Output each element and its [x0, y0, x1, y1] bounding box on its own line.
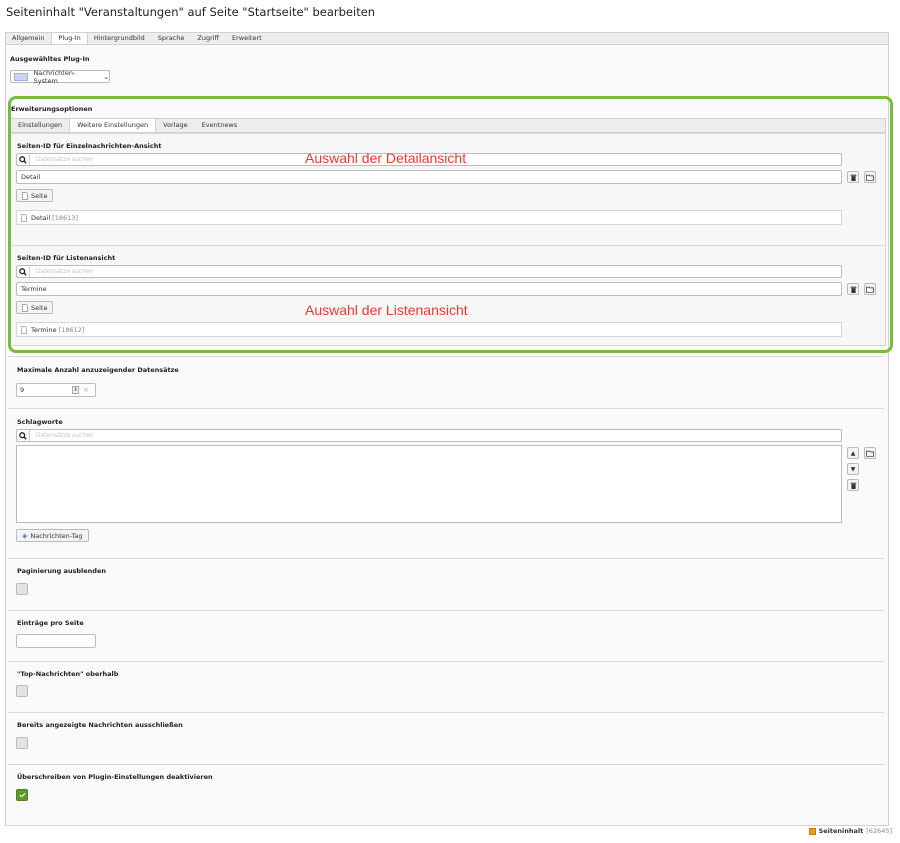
top-news-label: "Top-Nachrichten" oberhalb: [17, 670, 119, 678]
override-checkbox[interactable]: [16, 789, 28, 801]
clear-icon[interactable]: ×: [83, 386, 89, 394]
move-down-button[interactable]: ▼: [847, 463, 859, 475]
search-icon: [17, 430, 30, 441]
override-section: [8, 764, 884, 816]
tab-hintergrundbild[interactable]: Hintergrundbild: [88, 33, 152, 44]
tags-browse-button[interactable]: [864, 447, 876, 459]
tab-plug-in[interactable]: Plug-In: [51, 33, 88, 44]
footer-uid: [62645]: [866, 827, 892, 835]
exclude-checkbox[interactable]: [16, 737, 28, 749]
max-records-value: 9: [20, 386, 25, 394]
news-tag-button-label: Nachrichten-Tag: [30, 531, 83, 540]
news-tag-button[interactable]: ◈ Nachrichten-Tag: [16, 529, 89, 542]
arrow-down-icon: ▼: [850, 465, 856, 473]
check-icon: [18, 792, 26, 798]
main-tabbar: Allgemein Plug-In Hintergrundbild Sprach…: [5, 32, 889, 44]
tags-search-input[interactable]: Datensätze suchen: [16, 429, 842, 442]
page-title: Seiteninhalt "Veranstaltungen" auf Seite…: [6, 5, 376, 19]
tab-zugriff[interactable]: Zugriff: [191, 33, 226, 44]
per-page-label: Einträge pro Seite: [17, 619, 84, 627]
trash-icon: [850, 482, 857, 489]
max-records-label: Maximale Anzahl anzuzeigender Datensätze: [17, 366, 179, 374]
plugin-select-value: Nachrichten-System: [33, 68, 76, 85]
per-page-input[interactable]: [16, 634, 96, 648]
plugin-icon: [14, 72, 28, 81]
chevron-down-icon: ⌄: [103, 72, 109, 81]
tags-label: Schlagworte: [17, 418, 63, 426]
tab-allgemein[interactable]: Allgemein: [6, 33, 51, 44]
per-page-section: [8, 610, 884, 661]
highlight-frame: [8, 96, 893, 353]
tags-delete-button[interactable]: [847, 479, 859, 491]
stepper-icon[interactable]: ⇕: [72, 386, 80, 394]
move-up-button[interactable]: ▲: [847, 447, 859, 459]
pagination-checkbox[interactable]: [16, 583, 28, 595]
tab-erweitert[interactable]: Erweitert: [226, 33, 269, 44]
folder-icon: [866, 450, 874, 457]
top-news-checkbox[interactable]: [16, 685, 28, 697]
footer-record-info: Seiteninhalt [62645]: [808, 827, 892, 835]
exclude-label: Bereits angezeigte Nachrichten ausschlie…: [17, 721, 183, 729]
tags-search-placeholder: Datensätze suchen: [36, 432, 94, 439]
plugin-label: Ausgewähltes Plug-In: [10, 55, 90, 63]
plugin-select[interactable]: Nachrichten-System ⌄: [10, 68, 110, 85]
pagination-section: [8, 558, 884, 610]
content-element-icon: [808, 827, 816, 835]
arrow-up-icon: ▲: [850, 449, 856, 457]
max-records-section: [8, 356, 884, 408]
max-records-input[interactable]: 9 ⇕ ×: [16, 383, 96, 397]
exclude-section: [8, 712, 884, 764]
tag-icon: ◈: [22, 531, 28, 540]
tab-sprache[interactable]: Sprache: [152, 33, 192, 44]
pagination-label: Paginierung ausblenden: [17, 567, 106, 575]
override-label: Überschreiben von Plugin-Einstellungen d…: [17, 773, 213, 781]
top-news-section: [8, 661, 884, 712]
footer-label: Seiteninhalt: [818, 827, 864, 835]
tags-listbox[interactable]: [16, 445, 842, 523]
